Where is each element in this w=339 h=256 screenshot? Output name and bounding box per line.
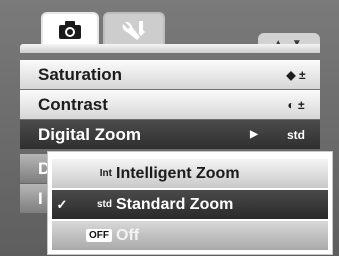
wrench-icon [122, 21, 145, 40]
menu-item-saturation[interactable]: Saturation ◆ ± [20, 60, 320, 89]
menu-item-label: Saturation [38, 64, 123, 84]
standard-zoom-icon: std [287, 127, 305, 142]
submenu-item-off[interactable]: OFF Off [52, 221, 328, 250]
submenu-item-label: Standard Zoom [116, 195, 234, 213]
camera-icon [59, 21, 81, 39]
submenu-item-standard-zoom[interactable]: ✓ std Standard Zoom [52, 190, 328, 219]
off-icon: OFF [72, 229, 116, 242]
submenu-item-label: Off [116, 226, 140, 244]
menu-item-label: Digital Zoom [38, 124, 141, 144]
saturation-icon: ◆ ± [286, 67, 306, 82]
tab-setup[interactable] [103, 12, 165, 46]
menu-item-label: Contrast [38, 94, 108, 114]
submenu-arrow-icon: ▶ [250, 129, 258, 140]
standard-zoom-icon: std [97, 199, 112, 210]
off-badge: OFF [86, 229, 112, 242]
menu-item-contrast[interactable]: Contrast ◐ ± [20, 90, 320, 119]
check-icon: ✓ [56, 196, 68, 212]
tab-camera[interactable] [41, 12, 99, 46]
intelligent-zoom-icon: Int [99, 168, 112, 179]
menu-item-digital-zoom[interactable]: Digital Zoom ▶ std [20, 120, 320, 149]
contrast-icon: ◐ ± [287, 97, 305, 112]
submenu-item-label: Intelligent Zoom [116, 164, 240, 182]
camera-menu-screen: ▲ ▼ Saturation ◆ ± Contrast ◐ ± Digital … [0, 0, 339, 256]
tab-underline [20, 44, 320, 53]
submenu-item-intelligent-zoom[interactable]: Int Intelligent Zoom [52, 159, 328, 188]
digital-zoom-submenu: Int Intelligent Zoom ✓ std Standard Zoom… [47, 151, 333, 255]
